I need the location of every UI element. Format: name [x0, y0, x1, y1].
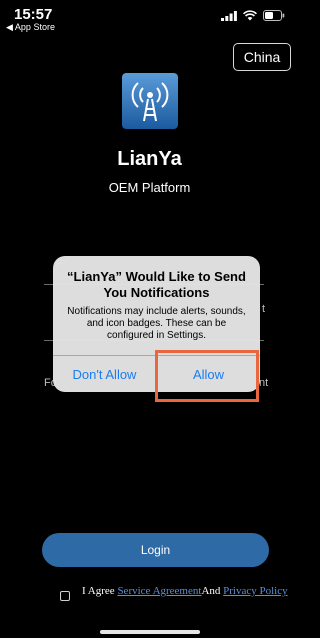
back-to-app-store[interactable]: ◀ App Store: [6, 22, 55, 33]
allow-highlight-box: [155, 350, 259, 402]
battery-icon: [263, 10, 285, 21]
app-subtitle: OEM Platform: [108, 180, 191, 195]
agreement-checkbox[interactable]: [60, 591, 70, 601]
broadcast-tower-icon: [122, 73, 178, 129]
app-logo: [122, 73, 178, 129]
region-select-button[interactable]: China: [233, 43, 291, 71]
agreement-prefix: I Agree: [82, 585, 118, 597]
app-name: LianYa: [117, 148, 182, 170]
status-icons: [221, 10, 285, 21]
agreement-text: I Agree Service AgreementAnd Privacy Pol…: [82, 585, 292, 598]
agreement-and: And: [201, 585, 224, 597]
signal-bars-icon: [221, 10, 237, 21]
background-field-right: t: [262, 303, 266, 315]
alert-message: Notifications may include alerts, sounds…: [67, 306, 246, 341]
privacy-policy-link[interactable]: Privacy Policy: [223, 585, 287, 597]
background-account-text: nt: [259, 377, 269, 389]
login-button[interactable]: Login: [42, 533, 269, 567]
wifi-icon: [243, 10, 257, 21]
service-agreement-link[interactable]: Service Agreement: [117, 585, 201, 597]
home-indicator[interactable]: [100, 630, 200, 634]
status-time: 15:57: [14, 6, 53, 23]
alert-title: “LianYa” Would Like to Send You Notifica…: [67, 269, 246, 300]
dont-allow-button[interactable]: Don't Allow: [53, 356, 156, 392]
